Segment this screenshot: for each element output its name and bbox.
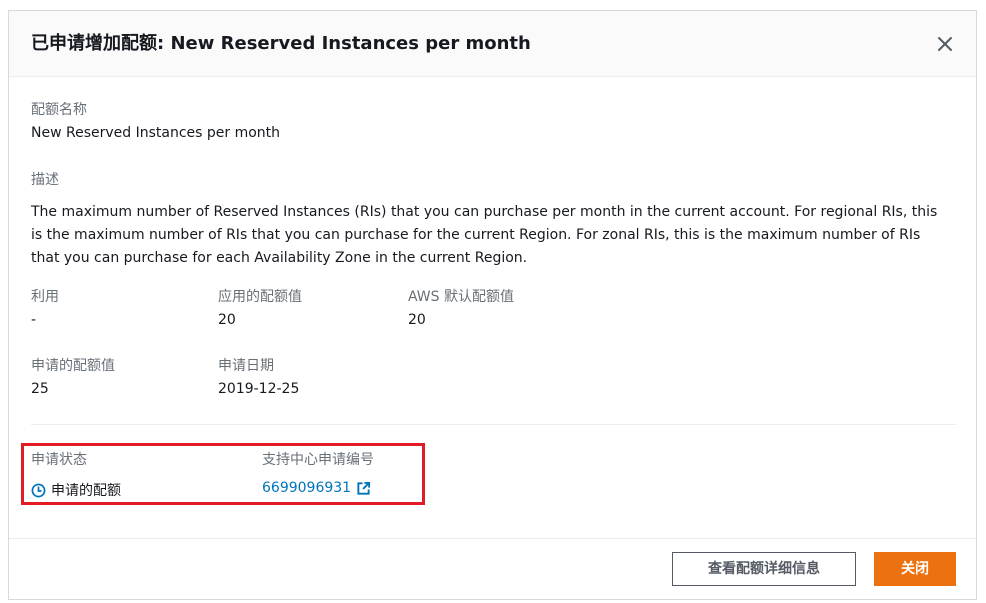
requested-quota-value: 25 [31, 381, 49, 397]
requested-quota-label: 申请的配额值 [31, 358, 115, 374]
modal-title: 已申请增加配额: New Reserved Instances per mont… [31, 33, 531, 54]
description-value: The maximum number of Reserved Instances… [31, 204, 938, 266]
highlight-annotation [21, 443, 425, 505]
applied-quota-value: 20 [218, 312, 236, 328]
request-date-label: 申请日期 [218, 358, 274, 374]
request-date-value: 2019-12-25 [218, 381, 300, 397]
modal-footer: 查看配额详细信息 关闭 [9, 538, 976, 600]
quota-name-label: 配额名称 [31, 102, 87, 118]
applied-quota-label: 应用的配额值 [218, 289, 302, 305]
utilization-value: - [31, 312, 37, 328]
description-label: 描述 [31, 172, 59, 188]
utilization-label: 利用 [31, 289, 59, 305]
close-button[interactable]: 关闭 [874, 552, 956, 586]
close-icon[interactable] [936, 35, 954, 53]
quota-request-modal: 已申请增加配额: New Reserved Instances per mont… [8, 10, 977, 600]
section-divider [31, 424, 956, 425]
aws-default-quota-label: AWS 默认配额值 [408, 289, 514, 305]
view-quota-details-button[interactable]: 查看配额详细信息 [672, 552, 856, 586]
quota-name-value: New Reserved Instances per month [31, 125, 281, 141]
modal-header: 已申请增加配额: New Reserved Instances per mont… [9, 11, 976, 77]
aws-default-quota-value: 20 [408, 312, 426, 328]
